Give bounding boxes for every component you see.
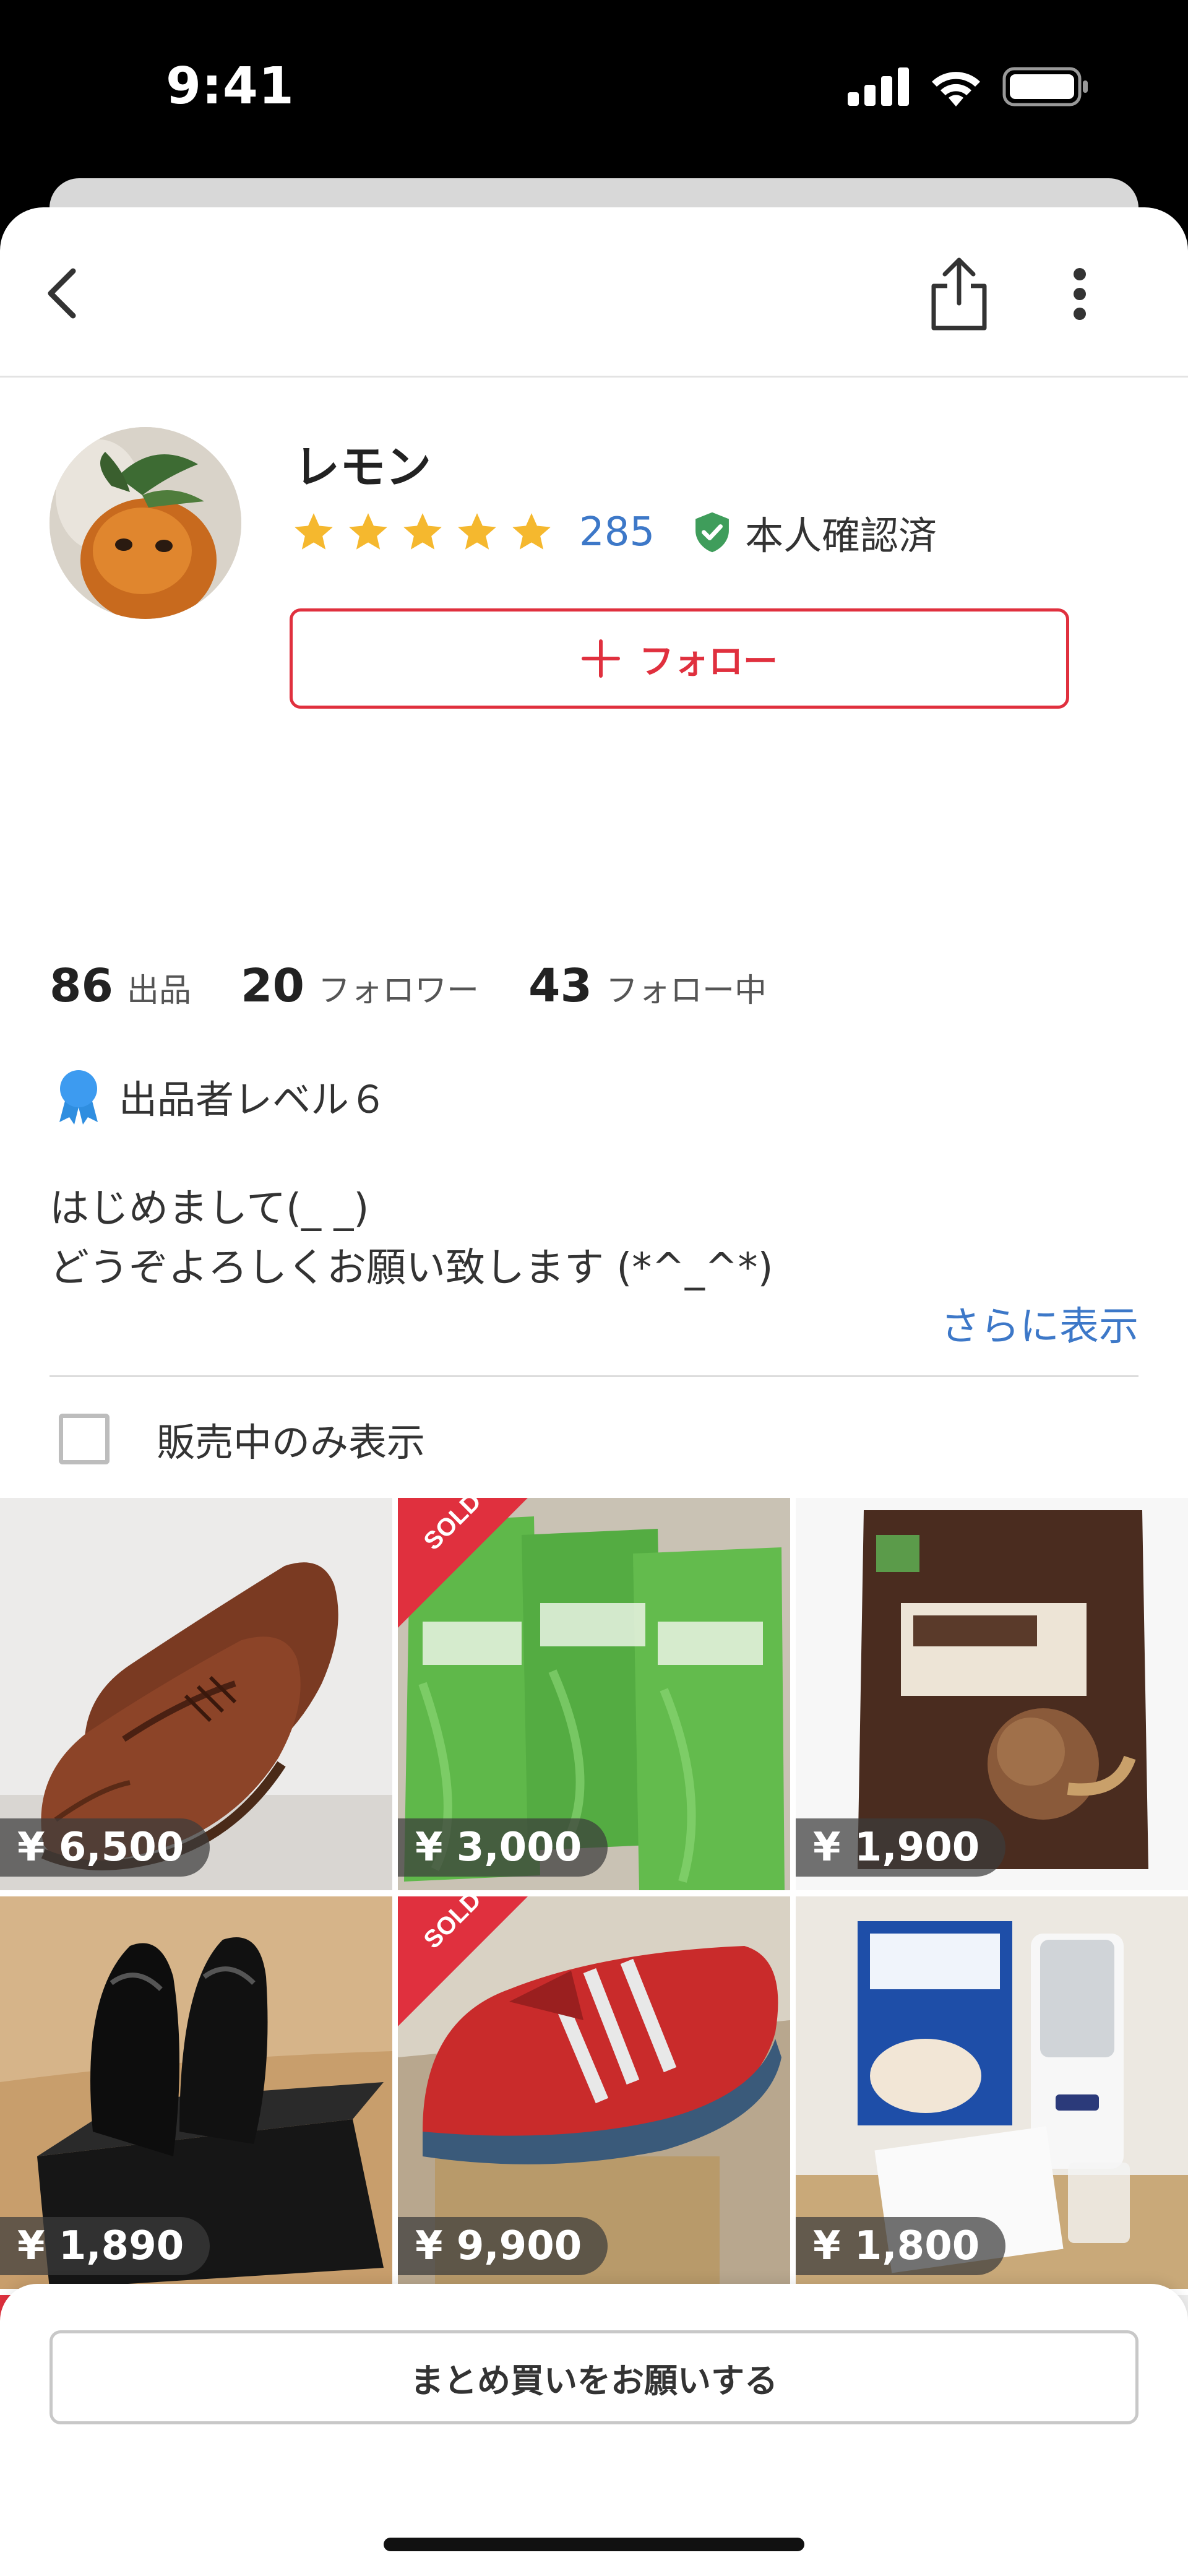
verified-label: 本人確認済 [745, 513, 937, 558]
seller-level-label: 出品者レベル６ [119, 1077, 388, 1122]
back-button[interactable] [37, 254, 87, 328]
rating-row[interactable]: 285 本人確認済 [291, 504, 937, 560]
item-price: ¥ 1,900 [796, 1818, 1006, 1877]
item-price: ¥ 3,000 [398, 1818, 608, 1877]
item-price: ¥ 1,800 [796, 2217, 1006, 2275]
divider [50, 1375, 1138, 1377]
item-card[interactable]: ¥ 6,500 [0, 1498, 392, 1890]
status-icons [848, 67, 1089, 106]
bulk-purchase-request-button[interactable]: まとめ買いをお願いする [50, 2330, 1138, 2424]
profile-name: レモン [294, 441, 431, 494]
star-icon [512, 513, 551, 550]
sold-ribbon: SOLD [398, 1896, 528, 2026]
share-icon [931, 257, 987, 331]
verified-shield-icon [695, 512, 730, 553]
following-count[interactable]: 43 [528, 959, 592, 1013]
plus-icon [582, 639, 620, 678]
star-icon [458, 513, 496, 550]
star-rating [291, 509, 554, 555]
star-icon [295, 513, 333, 550]
on-sale-filter[interactable]: 販売中のみ表示 [59, 1411, 425, 1467]
seller-level[interactable]: 出品者レベル６ [54, 1068, 387, 1125]
item-card[interactable]: SOLD ¥ 9,900 [398, 1896, 790, 2289]
status-time: 9:41 [166, 57, 295, 116]
home-indicator [384, 2538, 804, 2551]
review-count[interactable]: 285 [579, 509, 655, 555]
nav-bar [0, 207, 1188, 378]
bulk-purchase-label: まとめ買いをお願いする [410, 2361, 778, 2400]
follow-label: フォロー [639, 641, 778, 682]
share-button[interactable] [925, 254, 993, 334]
profile-bio: はじめまして(_ _) どうぞよろしくお願い致します (*^_^*) [50, 1186, 773, 1291]
sold-ribbon: SOLD [398, 1498, 528, 1628]
more-button[interactable] [1058, 257, 1101, 331]
following-count-label: フォロー中 [605, 972, 767, 1009]
status-bar: 9:41 [0, 0, 1188, 179]
item-card[interactable]: ¥ 1,900 [796, 1498, 1188, 1890]
star-icon [403, 513, 442, 550]
badge-icon [59, 1070, 98, 1125]
star-icon [349, 513, 387, 550]
bottom-action-bar: まとめ買いをお願いする [0, 2284, 1188, 2576]
signal-icon [848, 67, 909, 106]
show-more-link[interactable]: さらに表示 [940, 1295, 1138, 1352]
listing-count-label: 出品 [126, 972, 191, 1009]
wifi-icon [932, 72, 980, 106]
item-card[interactable]: ¥ 1,890 [0, 1896, 392, 2289]
item-price: ¥ 9,900 [398, 2217, 608, 2275]
more-vertical-icon [1074, 268, 1086, 320]
profile-stats: 86 出品 20 フォロワー 43 フォロー中 [50, 959, 816, 1013]
chevron-left-icon [48, 268, 76, 319]
on-sale-checkbox[interactable] [59, 1414, 110, 1464]
item-card[interactable]: SOLD ¥ 3,000 [398, 1498, 790, 1890]
item-card[interactable]: ¥ 1,800 [796, 1896, 1188, 2289]
avatar[interactable] [50, 427, 241, 619]
on-sale-filter-label: 販売中のみ表示 [157, 1420, 426, 1465]
follow-button[interactable]: フォロー [290, 608, 1069, 709]
item-price: ¥ 6,500 [0, 1818, 210, 1877]
avatar-image [50, 427, 241, 619]
item-price: ¥ 1,890 [0, 2217, 210, 2275]
battery-icon [1002, 67, 1088, 106]
follower-count[interactable]: 20 [241, 959, 304, 1013]
profile-sheet: レモン 285 本人確認済 フォロー 86 出品 20 フォロワー 43 フォロ… [0, 207, 1188, 2576]
follower-count-label: フォロワー [317, 972, 479, 1009]
listing-count[interactable]: 86 [50, 959, 113, 1013]
